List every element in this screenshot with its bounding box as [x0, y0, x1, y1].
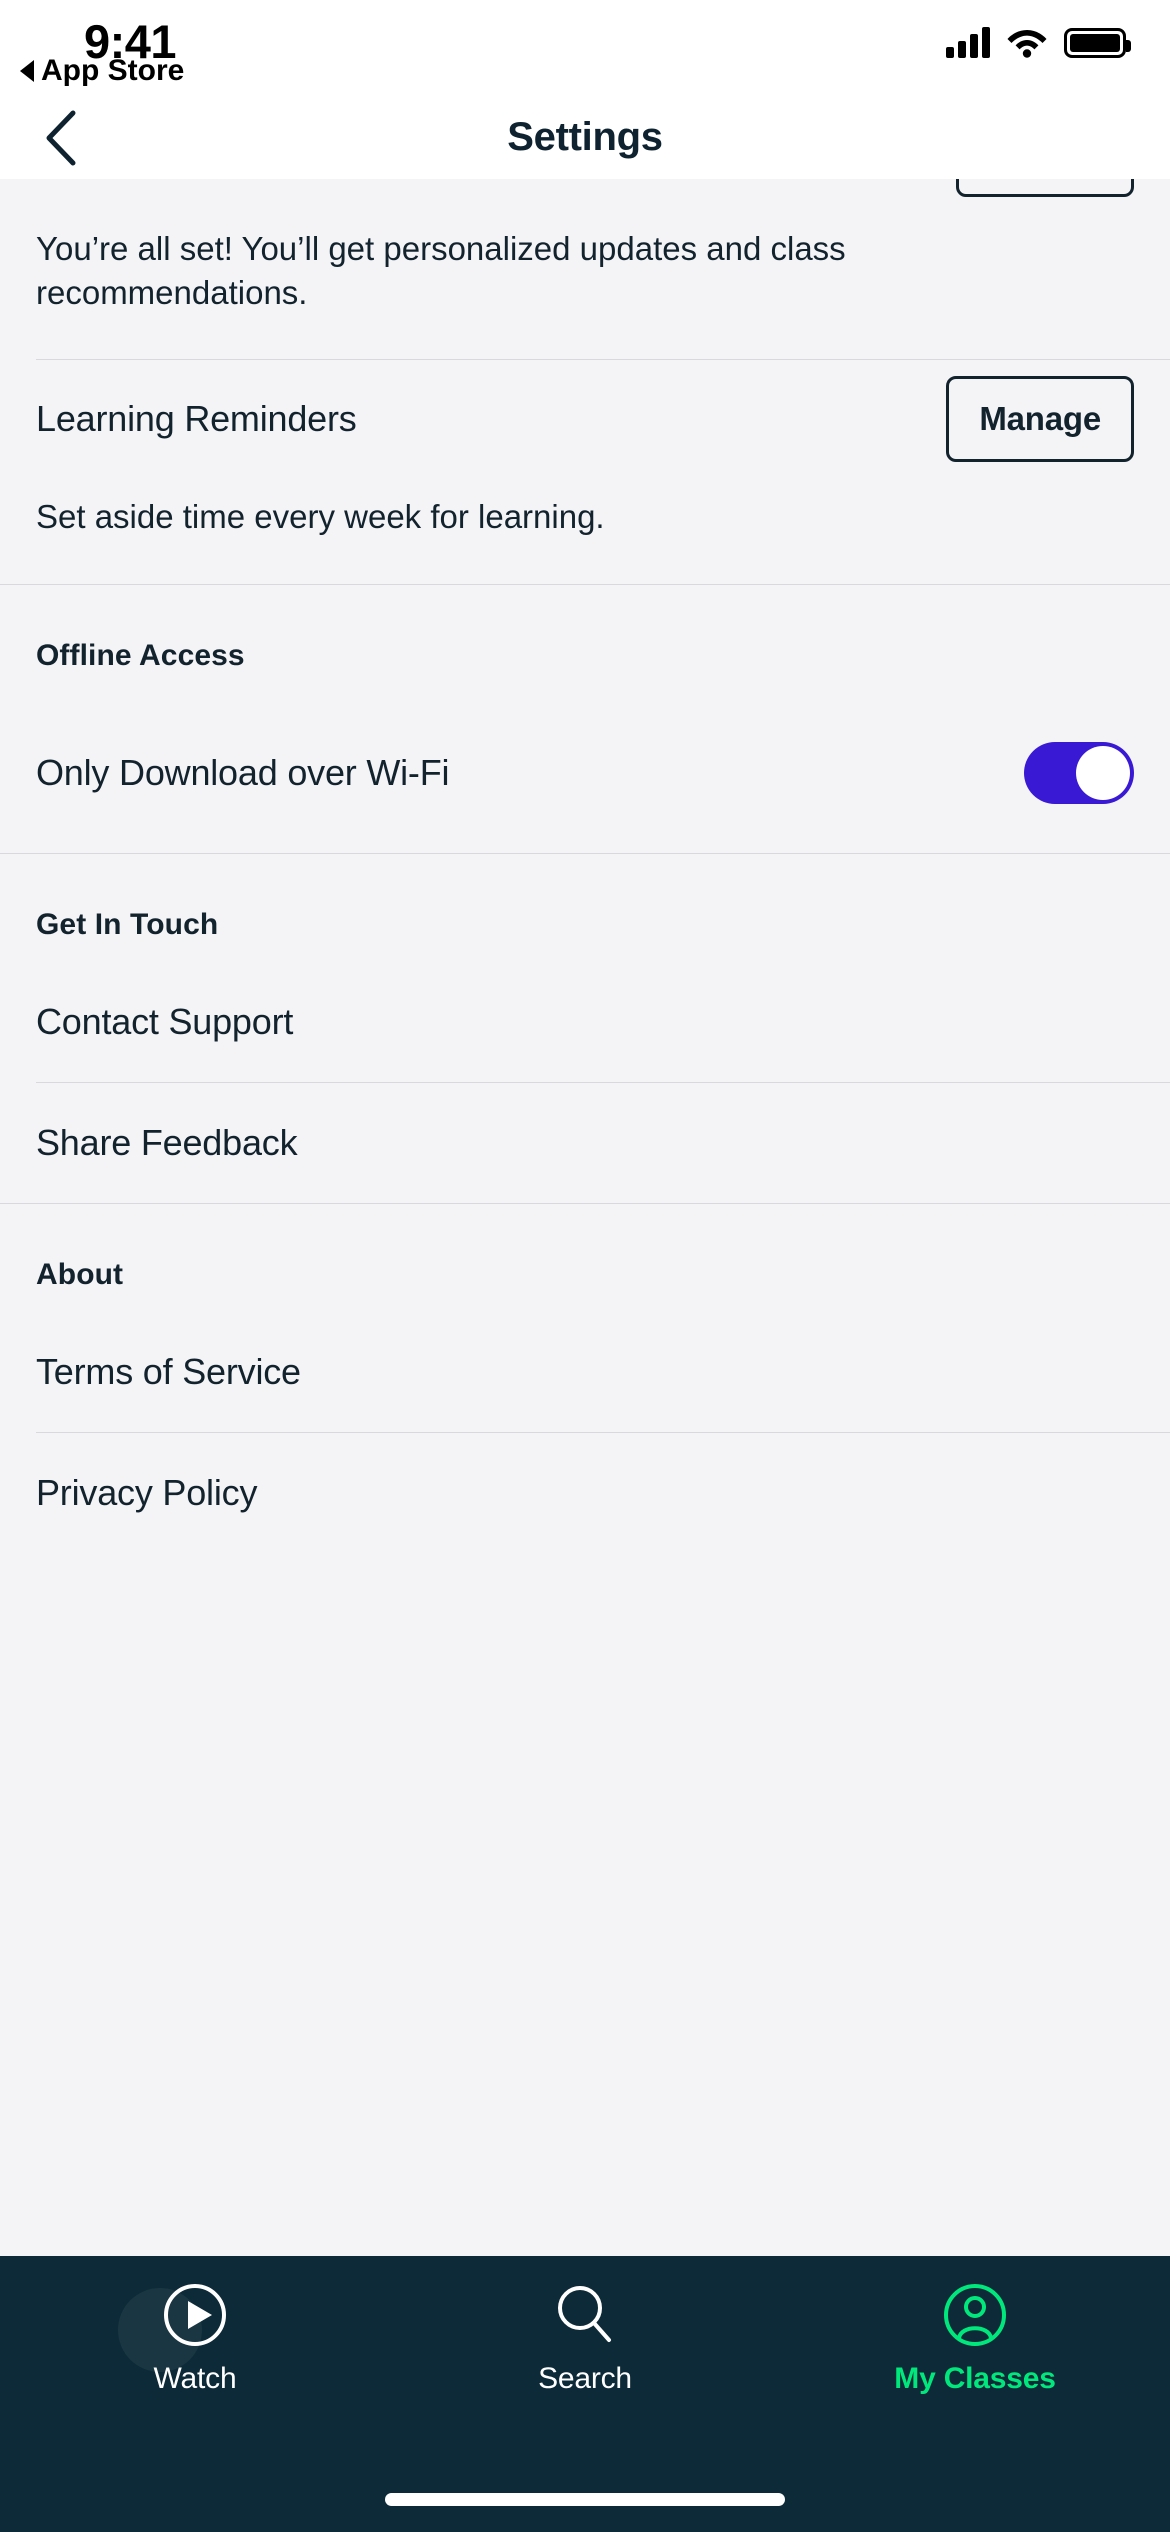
toggle-knob — [1076, 745, 1130, 800]
tab-watch[interactable]: Watch — [65, 2282, 325, 2396]
offline-access-heading: Offline Access — [36, 638, 245, 672]
settings-scroll-content[interactable]: You’re all set! You’ll get personalized … — [0, 179, 1170, 2256]
back-button[interactable] — [30, 108, 90, 168]
terms-of-service-item[interactable]: Terms of Service — [0, 1312, 1170, 1432]
about-heading: About — [36, 1257, 124, 1291]
only-download-wifi-toggle[interactable] — [1024, 741, 1134, 804]
only-download-wifi-row[interactable]: Only Download over Wi-Fi — [0, 693, 1170, 853]
share-feedback-item[interactable]: Share Feedback — [0, 1083, 1170, 1203]
home-indicator[interactable] — [385, 2493, 785, 2506]
privacy-policy-item[interactable]: Privacy Policy — [0, 1433, 1170, 1553]
clipped-manage-button[interactable] — [956, 179, 1134, 197]
manage-button[interactable]: Manage — [946, 375, 1134, 462]
return-to-app-store-link[interactable]: App Store — [20, 54, 184, 88]
tab-my-classes[interactable]: My Classes — [845, 2282, 1105, 2396]
phone-screen: 9:41 App Store Settings You’re all set! … — [0, 0, 1170, 2532]
clipped-section — [0, 179, 1170, 201]
learning-reminders-subtext: Set aside time every week for learning. — [36, 497, 605, 535]
status-bar: 9:41 App Store — [0, 0, 1170, 96]
contact-support-label: Contact Support — [36, 1000, 294, 1042]
learning-reminders-label: Learning Reminders — [36, 397, 357, 439]
only-download-wifi-label: Only Download over Wi-Fi — [36, 751, 450, 793]
navigation-bar: Settings — [0, 96, 1170, 179]
chevron-left-icon — [46, 110, 76, 165]
notifications-description: You’re all set! You’ll get personalized … — [36, 230, 846, 311]
cellular-signal-icon — [946, 26, 990, 58]
back-triangle-icon — [20, 60, 34, 82]
tab-my-classes-label: My Classes — [894, 2362, 1056, 2395]
get-in-touch-heading: Get In Touch — [36, 907, 219, 941]
tab-search-label: Search — [538, 2362, 632, 2395]
contact-support-item[interactable]: Contact Support — [0, 962, 1170, 1082]
learning-reminders-row[interactable]: Learning Reminders Manage — [0, 360, 1170, 478]
account-circle-icon — [942, 2282, 1008, 2348]
return-app-label: App Store — [41, 54, 185, 87]
play-circle-icon — [118, 2282, 228, 2372]
tab-search[interactable]: Search — [455, 2282, 715, 2396]
wifi-icon — [1007, 30, 1047, 58]
share-feedback-label: Share Feedback — [36, 1121, 298, 1163]
page-title: Settings — [507, 115, 663, 159]
search-icon — [552, 2282, 618, 2348]
terms-of-service-label: Terms of Service — [36, 1350, 301, 1392]
battery-icon — [1064, 28, 1131, 58]
tab-bar: Watch Search My Classes — [0, 2256, 1170, 2532]
status-bar-indicators — [946, 26, 1131, 58]
privacy-policy-label: Privacy Policy — [36, 1471, 258, 1513]
